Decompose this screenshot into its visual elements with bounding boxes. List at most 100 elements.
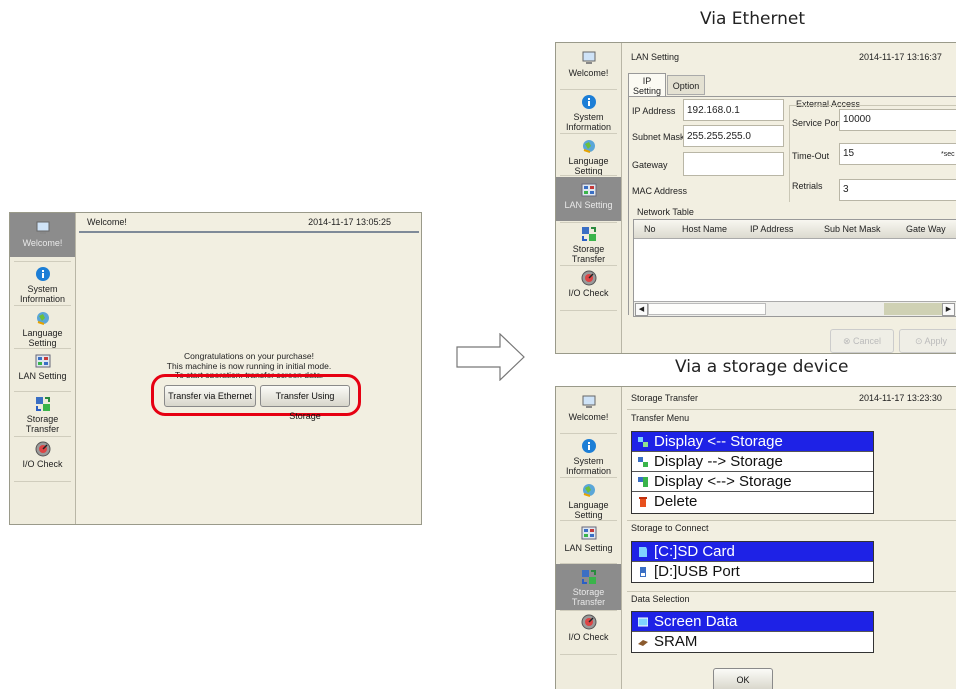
list-item[interactable]: Screen Data [632,612,873,632]
ip-address-field[interactable]: 192.168.0.1 [683,99,784,121]
list-item[interactable]: Delete [632,492,873,512]
screen-title: Storage Transfer [631,393,699,403]
title-divider [79,231,419,233]
sidebar-item-welcome[interactable]: Welcome! [556,47,621,87]
ok-button[interactable]: OK [713,668,773,689]
sidebar-item-label: Welcome! [568,68,609,78]
scroll-right-arrow[interactable]: ▶ [942,303,955,316]
storage-transfer-icon [581,227,596,241]
sidebar-item-label: I/O Check [568,632,609,642]
subnet-mask-field[interactable]: 255.255.255.0 [683,125,784,147]
column-header: Gate Way [906,224,946,234]
sidebar-item-io-check[interactable]: I/O Check [10,438,75,480]
sidebar-item-system-information[interactable]: System Information [556,91,621,133]
gauge-icon [581,614,596,630]
sidebar-item-lan-setting[interactable]: LAN Setting [556,522,621,564]
sidebar-item-lan-setting[interactable]: LAN Setting [556,177,621,221]
tab-option[interactable]: Option [667,75,705,95]
sidebar-item-storage-transfer[interactable]: Storage Transfer [10,393,75,435]
list-item[interactable]: [D:]USB Port [632,562,873,582]
globe-icon [36,312,49,325]
sidebar-item-language-setting[interactable]: Language Setting [556,479,621,521]
globe-icon [582,140,595,153]
scroll-left-arrow[interactable]: ◀ [635,303,648,316]
sidebar-item-io-check[interactable]: I/O Check [556,267,621,309]
cancel-button[interactable]: ⊗ Cancel [830,329,894,353]
transfer-using-storage-button[interactable]: Transfer Using Storage [260,385,350,421]
welcome-sidebar: Welcome! System Information Language Set… [10,213,76,524]
datetime: 2014-11-17 13:23:30 [859,393,942,403]
list-item[interactable]: Display <-- Storage [632,432,873,452]
sidebar-item-label: System Information [565,112,612,132]
data-selection-label: Data Selection [631,594,690,604]
retrials-label: Retrials [792,181,823,191]
service-port-field[interactable]: 10000 [839,109,956,131]
via-ethernet-label: Via Ethernet [700,9,806,29]
column-header: IP Address [750,224,794,234]
datetime: 2014-11-17 13:05:25 [308,217,391,227]
sidebar-item-welcome[interactable]: Welcome! [556,391,621,431]
retrials-field[interactable]: 3 [839,179,956,201]
gateway-field[interactable] [683,152,784,176]
sidebar-item-system-information[interactable]: System Information [556,435,621,477]
sidebar-item-label: Storage Transfer [25,414,60,434]
sidebar-item-system-information[interactable]: System Information [10,263,75,305]
sidebar-item-label: LAN Setting [564,200,613,210]
tab-content: IP Address 192.168.0.1 Subnet Mask 255.2… [628,96,956,317]
storage-transfer-screen: Welcome! System Information Language Set… [555,386,956,689]
sidebar-item-label: Language Setting [22,328,63,348]
list-item[interactable]: [C:]SD Card [632,542,873,562]
title-bar: LAN Setting 2014-11-17 13:16:37 [623,43,956,71]
storage-transfer-icon [35,397,50,411]
lan-main: LAN Setting 2014-11-17 13:16:37 IP Setti… [623,43,956,353]
column-header: No [644,224,656,234]
list-item[interactable]: Display --> Storage [632,452,873,472]
info-icon [581,95,596,109]
info-icon [35,267,50,281]
sidebar-item-label: Storage Transfer [571,587,606,607]
sidebar-item-label: Language Setting [568,156,609,176]
info-icon [581,439,596,453]
list-item[interactable]: Display <--> Storage [632,472,873,492]
transfer-via-ethernet-button[interactable]: Transfer via Ethernet [164,385,256,407]
sidebar-item-label: Storage Transfer [571,244,606,264]
usb-icon [640,567,646,577]
sidebar-item-language-setting[interactable]: Language Setting [556,135,621,177]
gauge-icon [581,270,596,286]
timeout-field[interactable]: 15 [839,143,956,165]
sidebar-item-label: I/O Check [568,288,609,298]
table-header: No Host Name IP Address Sub Net Mask Gat… [634,220,956,239]
monitor-icon [582,51,595,64]
sidebar-item-label: System Information [19,284,66,304]
sd-card-icon [639,547,647,557]
list-item[interactable]: SRAM [632,632,873,652]
sidebar-item-label: LAN Setting [18,371,67,381]
lan-setting-screen: Welcome! System Information Language Set… [555,42,956,354]
sidebar-item-language-setting[interactable]: Language Setting [10,307,75,348]
network-icon [35,354,50,368]
sidebar-item-io-check[interactable]: I/O Check [556,611,621,653]
monitor-icon [582,395,595,408]
service-port-label: Service Port [792,118,842,128]
sidebar-item-welcome[interactable]: Welcome! [10,213,75,257]
tab-ip-setting[interactable]: IP Setting [628,73,666,97]
horizontal-scrollbar[interactable]: ◀ ▶ [634,301,956,316]
title-bar: Storage Transfer 2014-11-17 13:23:30 [623,387,956,409]
sidebar-item-label: LAN Setting [564,543,613,553]
display-from-storage-icon [638,437,648,447]
sidebar-item-lan-setting[interactable]: LAN Setting [10,350,75,392]
column-header: Host Name [682,224,728,234]
apply-button[interactable]: ⊙ Apply [899,329,956,353]
datetime: 2014-11-17 13:16:37 [859,52,942,62]
timeout-unit: *sec [941,151,955,158]
sidebar-item-label: Welcome! [568,412,609,422]
scroll-thumb[interactable] [648,303,766,315]
sidebar-item-label: Welcome! [22,238,63,248]
storage-to-connect-label: Storage to Connect [631,523,709,533]
sidebar-item-label: System Information [565,456,612,476]
screen-title: LAN Setting [631,52,680,62]
sidebar-item-storage-transfer[interactable]: Storage Transfer [556,223,621,265]
subnet-mask-label: Subnet Mask [632,132,685,142]
storage-to-connect-list: [C:]SD Card [D:]USB Port [631,541,874,583]
sidebar-item-storage-transfer[interactable]: Storage Transfer [556,564,621,610]
